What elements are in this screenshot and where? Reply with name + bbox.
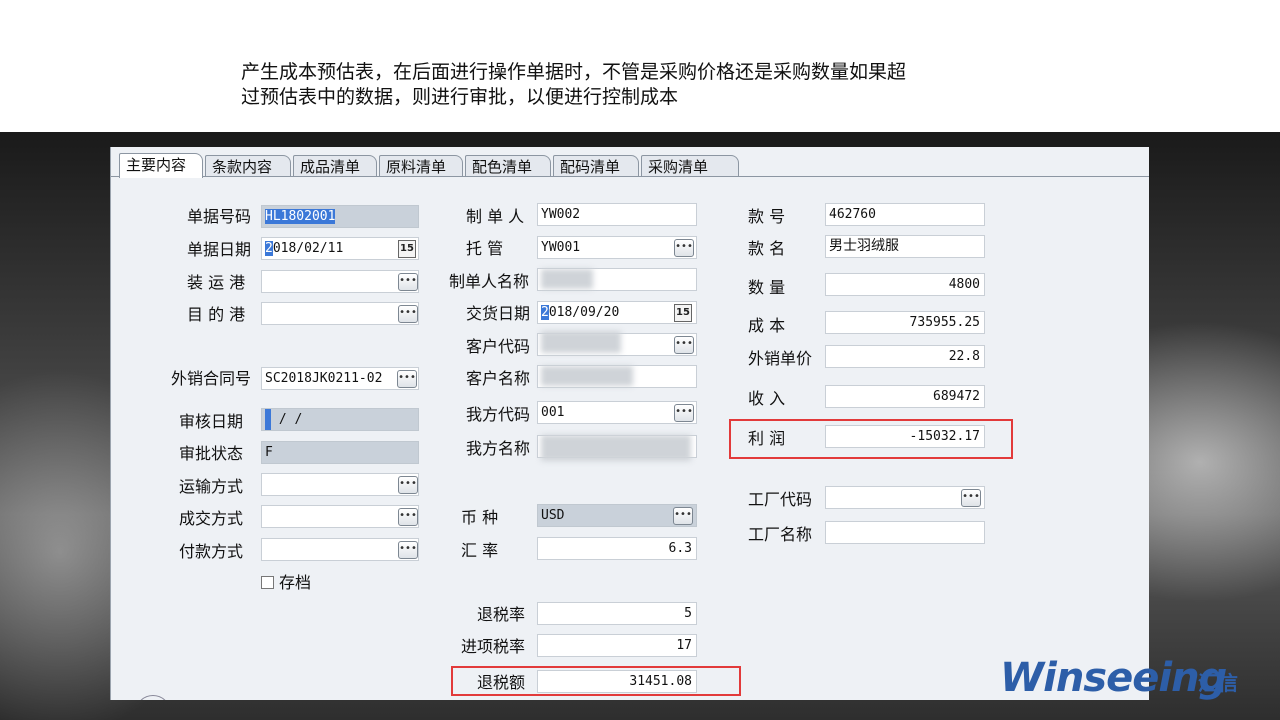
factory-code-label: 工厂代码 <box>748 490 813 509</box>
income-field[interactable]: 689472 <box>825 385 985 408</box>
unit-price-field[interactable]: 22.8 <box>825 345 985 368</box>
maker-name-label: 制单人名称 <box>449 272 530 291</box>
archive-label: 存档 <box>279 573 312 592</box>
currency-label: 币 种 <box>461 508 499 527</box>
rebate-rate-field[interactable]: 5 <box>537 602 697 625</box>
maker-field[interactable]: YW002 <box>537 203 697 226</box>
caption-line-2: 过预估表中的数据，则进行审批，以便进行控制成本 <box>241 86 679 108</box>
winseeing-logo: Winseeing <box>1000 655 1227 701</box>
tab-purchase-list[interactable]: 采购清单 <box>641 155 739 177</box>
unit-price-label: 外销单价 <box>748 349 813 368</box>
rebate-amount-highlight <box>451 666 741 696</box>
tab-divider <box>111 176 1149 177</box>
dest-port-lookup-ellipsis-icon[interactable]: ••• <box>398 305 418 323</box>
deal-lookup-ellipsis-icon[interactable]: ••• <box>398 508 418 526</box>
our-name-redacted <box>541 435 691 461</box>
factory-name-label: 工厂名称 <box>748 525 813 544</box>
style-no-label: 款 号 <box>748 207 786 226</box>
customer-code-label: 客户代码 <box>466 337 531 356</box>
archive-checkbox[interactable] <box>261 576 274 589</box>
transport-lookup-ellipsis-icon[interactable]: ••• <box>398 476 418 494</box>
maker-label: 制 单 人 <box>466 207 525 226</box>
approve-status-label: 审批状态 <box>179 444 244 463</box>
rate-field[interactable]: 6.3 <box>537 537 697 560</box>
rate-label: 汇 率 <box>461 541 499 560</box>
delivery-label: 交货日期 <box>466 304 531 323</box>
qty-field[interactable]: 4800 <box>825 273 985 296</box>
contract-field[interactable]: SC2018JK0211-02 <box>261 367 419 390</box>
dest-port-field[interactable] <box>261 302 419 325</box>
payment-label: 付款方式 <box>179 542 244 561</box>
caption-line-1: 产生成本预估表，在后面进行操作单据时，不管是采购价格还是采购数量如果超 <box>241 61 907 83</box>
audit-date-field[interactable]: / / <box>261 408 419 431</box>
transport-label: 运输方式 <box>179 477 244 496</box>
custody-lookup-ellipsis-icon[interactable]: ••• <box>674 239 694 257</box>
style-no-field[interactable]: 462760 <box>825 203 985 226</box>
our-code-label: 我方代码 <box>466 405 531 424</box>
load-port-label: 装 运 港 <box>187 273 246 292</box>
delivery-value: 018/09/20 <box>548 305 620 320</box>
dest-port-label: 目 的 港 <box>187 305 246 324</box>
doc-date-field[interactable]: 2018/02/11 <box>261 237 419 260</box>
tab-color-list[interactable]: 配色清单 <box>465 155 551 177</box>
load-port-field[interactable] <box>261 270 419 293</box>
style-name-label: 款 名 <box>748 239 786 258</box>
qty-label: 数 量 <box>748 278 786 297</box>
factory-name-field[interactable] <box>825 521 985 544</box>
doc-date-value: 018/02/11 <box>272 241 344 256</box>
profit-highlight <box>729 419 1013 459</box>
doc-date-caret: 2 <box>265 241 273 256</box>
input-tax-field[interactable]: 17 <box>537 634 697 657</box>
cost-estimate-window: 主要内容 条款内容 成品清单 原料清单 配色清单 配码清单 采购清单 单据号码 … <box>110 147 1149 700</box>
delivery-caret: 2 <box>541 305 549 320</box>
doc-no-value: HL1802001 <box>265 209 336 224</box>
slide-caption: 产生成本预估表，在后面进行操作单据时，不管是采购价格还是采购数量如果超 过预估表… <box>241 60 1021 110</box>
transport-field[interactable] <box>261 473 419 496</box>
doc-no-label: 单据号码 <box>187 207 252 226</box>
deal-field[interactable] <box>261 505 419 528</box>
audit-date-label: 审核日期 <box>179 412 244 431</box>
calendar-icon[interactable]: 15 <box>674 304 692 322</box>
partial-circle-icon <box>135 695 171 700</box>
input-tax-label: 进项税率 <box>461 637 526 656</box>
deal-label: 成交方式 <box>179 509 244 528</box>
tab-product-list[interactable]: 成品清单 <box>293 155 377 177</box>
rebate-rate-label: 退税率 <box>477 605 526 624</box>
doc-no-field[interactable]: HL1802001 <box>261 205 419 228</box>
customer-code-redacted <box>541 331 621 353</box>
contract-label: 外销合同号 <box>171 369 252 388</box>
custody-label: 托 管 <box>466 239 504 258</box>
delivery-field[interactable]: 2018/09/20 <box>537 301 697 324</box>
winseeing-logo-cn: 汇信 <box>1198 671 1238 695</box>
customer-name-redacted <box>541 366 633 386</box>
currency-lookup-ellipsis-icon[interactable]: ••• <box>673 507 693 525</box>
approve-status-field: F <box>261 441 419 464</box>
style-name-field[interactable]: 男士羽绒服 <box>825 235 985 258</box>
tab-size-list[interactable]: 配码清单 <box>553 155 639 177</box>
our-name-label: 我方名称 <box>466 439 531 458</box>
tab-terms[interactable]: 条款内容 <box>205 155 291 177</box>
contract-lookup-ellipsis-icon[interactable]: ••• <box>397 370 417 388</box>
cost-label: 成 本 <box>748 316 786 335</box>
calendar-icon[interactable]: 15 <box>398 240 416 258</box>
customer-code-lookup-ellipsis-icon[interactable]: ••• <box>674 336 694 354</box>
maker-name-redacted <box>541 269 593 289</box>
doc-date-label: 单据日期 <box>187 240 252 259</box>
load-port-lookup-ellipsis-icon[interactable]: ••• <box>398 273 418 291</box>
our-code-lookup-ellipsis-icon[interactable]: ••• <box>674 404 694 422</box>
tab-main-content[interactable]: 主要内容 <box>119 153 203 178</box>
tab-material-list[interactable]: 原料清单 <box>379 155 463 177</box>
income-label: 收 入 <box>748 389 786 408</box>
payment-lookup-ellipsis-icon[interactable]: ••• <box>398 541 418 559</box>
audit-date-value: / / <box>271 412 303 427</box>
cost-field[interactable]: 735955.25 <box>825 311 985 334</box>
our-code-field[interactable]: 001 <box>537 401 697 424</box>
customer-name-label: 客户名称 <box>466 369 531 388</box>
custody-field[interactable]: YW001 <box>537 236 697 259</box>
factory-code-lookup-ellipsis-icon[interactable]: ••• <box>961 489 981 507</box>
payment-field[interactable] <box>261 538 419 561</box>
